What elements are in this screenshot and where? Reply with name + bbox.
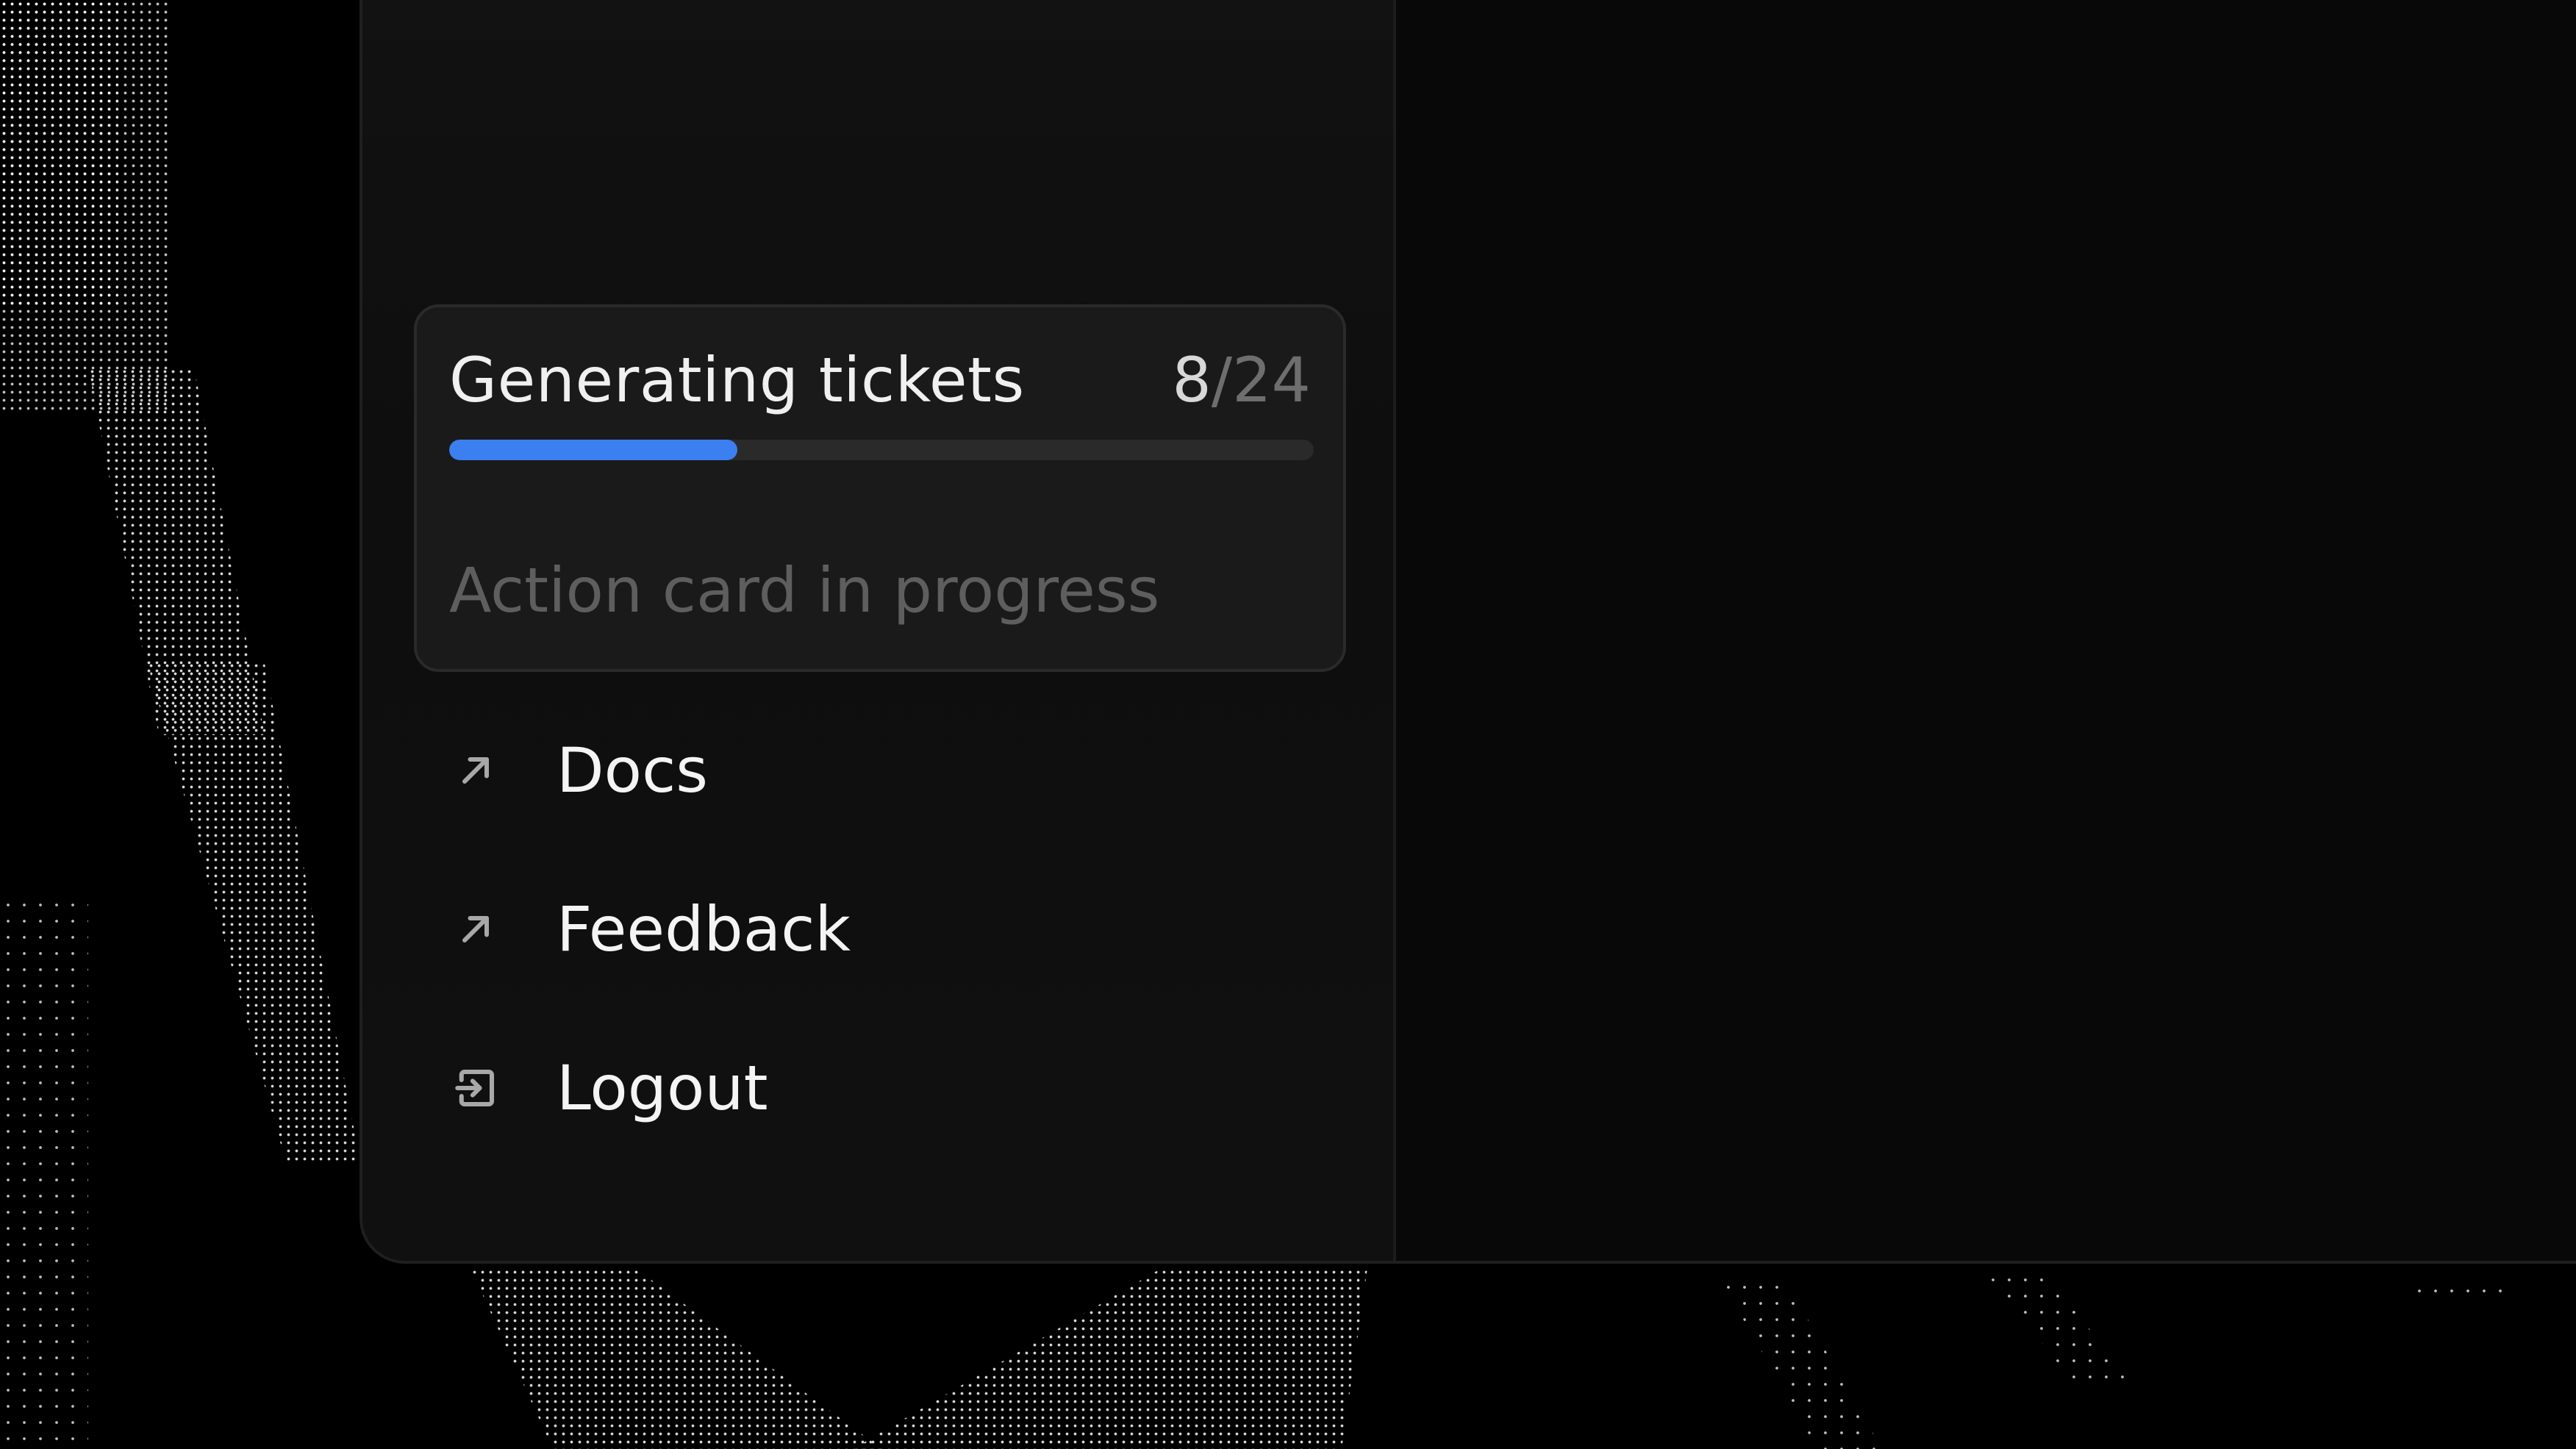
background-dot-pattern xyxy=(0,897,88,1449)
background-dot-pattern xyxy=(471,1268,882,1449)
progress-count-separator: / xyxy=(1211,344,1233,416)
nav-item-label: Logout xyxy=(557,1052,768,1124)
logout-icon xyxy=(451,1063,501,1113)
nav-item-label: Feedback xyxy=(557,893,851,965)
progress-bar xyxy=(449,440,1314,460)
sidebar: Generating tickets 8/24 Action card in p… xyxy=(362,0,1396,1261)
progress-count-current: 8 xyxy=(1172,344,1212,416)
nav-item-feedback[interactable]: Feedback xyxy=(451,885,1259,973)
arrow-up-right-icon xyxy=(451,745,501,795)
app-window: Generating tickets 8/24 Action card in p… xyxy=(359,0,2576,1264)
background-dot-pattern xyxy=(1985,1272,2132,1382)
progress-count-total: 24 xyxy=(1232,344,1311,416)
main-pane xyxy=(1396,0,2576,1261)
progress-counter: 8/24 xyxy=(1172,344,1311,416)
progress-card: Generating tickets 8/24 Action card in p… xyxy=(414,304,1346,672)
arrow-up-right-icon xyxy=(451,904,501,954)
background-dot-pattern xyxy=(0,0,118,309)
background-dot-pattern xyxy=(1720,1279,1882,1449)
background-dot-pattern xyxy=(147,662,360,1162)
background-dot-pattern xyxy=(88,368,265,735)
background-dot-pattern xyxy=(853,1268,1367,1449)
nav-item-docs[interactable]: Docs xyxy=(451,726,1259,815)
progress-status-text: Action card in progress xyxy=(449,554,1160,626)
nav-item-label: Docs xyxy=(557,734,709,806)
progress-card-title: Generating tickets xyxy=(449,344,1025,416)
nav-item-logout[interactable]: Logout xyxy=(451,1044,1259,1132)
background-dot-pattern xyxy=(0,0,169,412)
progress-bar-fill xyxy=(449,440,737,460)
background-dot-pattern xyxy=(2411,1283,2514,1300)
